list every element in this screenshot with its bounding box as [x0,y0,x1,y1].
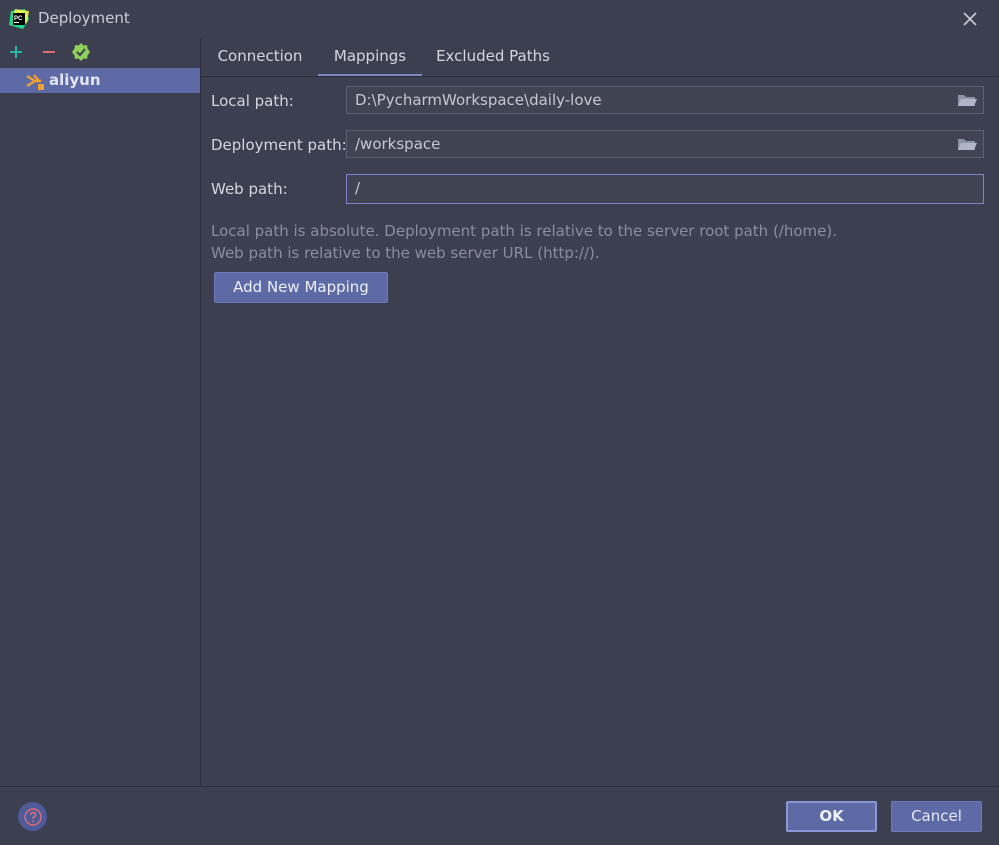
tab-mappings[interactable]: Mappings [318,38,422,76]
close-button[interactable] [958,7,982,31]
cancel-button[interactable]: Cancel [891,801,982,832]
local-path-value: D:\PycharmWorkspace\daily-love [355,91,602,109]
sftp-server-icon [26,74,44,90]
remove-server-button[interactable] [38,41,60,63]
web-path-label: Web path: [211,180,288,198]
footer-divider [0,786,999,787]
title-bar: PC Deployment [0,0,999,38]
panel-divider [200,38,201,786]
hint-text-2: Web path is relative to the web server U… [211,244,600,262]
minus-icon [43,51,55,53]
pycharm-icon: PC [9,9,29,29]
deployment-path-field[interactable]: /workspace [346,130,984,158]
folder-icon[interactable] [957,92,977,108]
hint-text-1: Local path is absolute. Deployment path … [211,222,838,240]
server-toolbar [0,38,200,66]
help-icon [23,807,42,826]
check-badge-icon [72,43,90,61]
server-label: aliyun [49,71,101,89]
ok-button[interactable]: OK [786,801,877,832]
deployment-path-value: /workspace [355,135,441,153]
deployment-path-label: Deployment path: [211,136,347,154]
folder-icon[interactable] [957,136,977,152]
web-path-value: / [355,179,361,197]
close-icon [963,12,977,26]
add-new-mapping-button[interactable]: Add New Mapping [214,272,388,303]
web-path-field[interactable]: / [346,174,984,204]
local-path-field[interactable]: D:\PycharmWorkspace\daily-love [346,86,984,114]
plus-icon [10,46,22,58]
local-path-label: Local path: [211,92,294,110]
server-list-panel: aliyun [0,38,200,786]
window-title: Deployment [38,9,130,27]
set-default-button[interactable] [70,41,92,63]
server-item-aliyun[interactable]: aliyun [0,68,200,93]
tab-connection[interactable]: Connection [209,38,311,75]
svg-text:PC: PC [14,16,23,22]
add-server-button[interactable] [5,41,27,63]
tab-bar: Connection Mappings Excluded Paths [201,38,999,77]
help-button[interactable] [18,802,47,831]
tab-excluded-paths[interactable]: Excluded Paths [431,38,555,75]
